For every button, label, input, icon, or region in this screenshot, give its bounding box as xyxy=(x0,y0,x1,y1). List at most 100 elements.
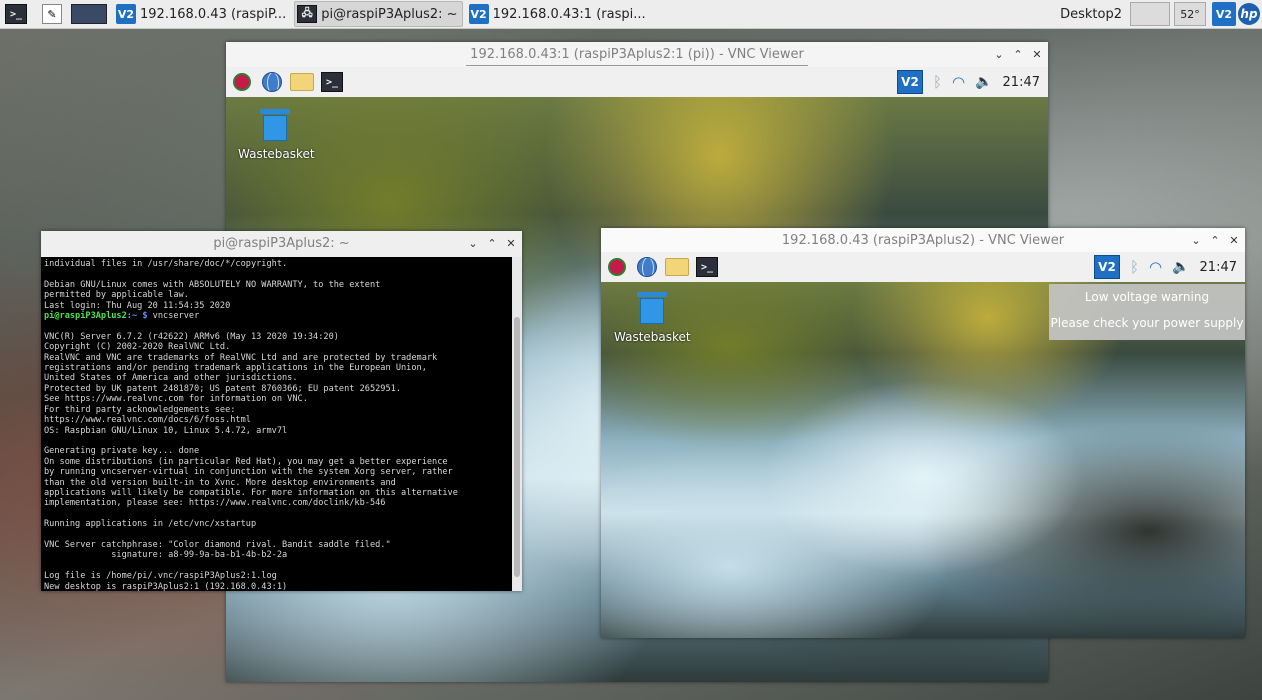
wifi-icon[interactable]: ◠ xyxy=(1149,258,1162,276)
maximize-icon[interactable]: ⌃ xyxy=(1210,228,1220,254)
terminal-line: United States of America and other juris… xyxy=(44,373,298,384)
scrollbar-thumb[interactable] xyxy=(514,317,520,577)
raspberry-icon xyxy=(233,73,251,91)
terminal-icon: >_ xyxy=(696,257,718,277)
cpu-temperature: 52° xyxy=(1174,2,1206,26)
taskbar-task-label: 192.168.0.43:1 (raspi... xyxy=(492,6,646,22)
terminal-line: permitted by applicable law. xyxy=(44,290,189,301)
text-editor-icon: ✎ xyxy=(42,4,62,24)
terminal-line: signature: a8-99-9a-ba-b1-4b-b2-2a xyxy=(44,550,288,561)
minimize-icon[interactable]: ⌄ xyxy=(994,42,1004,68)
terminal-output[interactable]: individual files in /usr/share/doc/*/cop… xyxy=(41,257,512,591)
taskbar-task-vnc-2[interactable]: V2 192.168.0.43:1 (raspi... xyxy=(466,1,651,27)
terminal-line: Log file is /home/pi/.vnc/raspiP3Aplus2:… xyxy=(44,571,277,582)
clock: 21:47 xyxy=(1002,74,1040,90)
hp-tray-icon[interactable]: hp xyxy=(1238,3,1260,25)
terminal-line: Running applications in /etc/vnc/xstartu… xyxy=(44,519,257,530)
terminal-line: VNC(R) Server 6.7.2 (r42622) ARMv6 (May … xyxy=(44,331,339,342)
prompt-command: vncserver xyxy=(147,311,200,322)
window-title: 192.168.0.43 (raspiP3Aplus2) - VNC Viewe… xyxy=(781,233,1065,248)
notification-message: Please check your power supply xyxy=(1050,316,1244,330)
browser-launcher[interactable] xyxy=(260,70,284,94)
terminal-prompt-line: pi@raspiP3Aplus2:~ $ vncserver xyxy=(41,311,512,321)
vnc-server-tray-icon[interactable]: V2 xyxy=(1093,255,1120,279)
wastebasket-icon[interactable] xyxy=(260,109,290,141)
window-titlebar[interactable]: pi@raspiP3Aplus2: ~ ⌄ ⌃ ✕ xyxy=(41,231,522,257)
terminal-line: applications will likely be compatible. … xyxy=(44,487,458,498)
terminal-window: pi@raspiP3Aplus2: ~ ⌄ ⌃ ✕ individual fil… xyxy=(41,231,522,591)
terminal-launcher[interactable]: >_ xyxy=(695,255,719,279)
bluetooth-icon[interactable]: ᛒ xyxy=(1130,258,1139,276)
terminal-line: Debian GNU/Linux comes with ABSOLUTELY N… xyxy=(44,279,381,290)
terminal-line: than the old version built-in to Xvnc. M… xyxy=(44,477,396,488)
terminal-line: by running vncserver-virtual in conjunct… xyxy=(44,467,453,478)
vnc-viewer-window-2: 192.168.0.43 (raspiP3Aplus2) - VNC Viewe… xyxy=(601,228,1245,638)
taskbar-text-editor-launcher[interactable]: ✎ xyxy=(39,1,65,27)
file-manager-launcher[interactable] xyxy=(665,255,689,279)
volume-icon[interactable]: 🔈 xyxy=(1172,259,1189,275)
wifi-icon[interactable]: ◠ xyxy=(952,73,965,91)
host-taskbar: >_ ✎ V2 192.168.0.43 (raspiP... 🖧 pi@ras… xyxy=(0,0,1262,29)
terminal-line: Protected by UK patent 2481870; US paten… xyxy=(44,383,401,394)
close-icon[interactable]: ✕ xyxy=(1229,228,1239,254)
terminal-line: See https://www.realvnc.com for informat… xyxy=(44,394,308,405)
close-icon[interactable]: ✕ xyxy=(1032,42,1042,68)
terminal-line: RealVNC and VNC are trademarks of RealVN… xyxy=(44,352,438,363)
volume-icon[interactable]: 🔈 xyxy=(975,74,992,90)
terminal-line: https://www.realvnc.com/docs/6/foss.html xyxy=(44,415,251,426)
terminal-line: registrations and/or pending trademark a… xyxy=(44,363,427,374)
terminal-line: Copyright (C) 2002-2020 RealVNC Ltd. xyxy=(44,342,231,353)
folder-icon xyxy=(290,73,314,91)
minimize-icon[interactable]: ⌄ xyxy=(1191,228,1201,254)
terminal-line: OS: Raspbian GNU/Linux 10, Linux 5.4.72,… xyxy=(44,425,288,436)
desktop-label: Desktop2 xyxy=(1060,6,1122,22)
minimize-icon[interactable]: ⌄ xyxy=(468,231,478,257)
remote-rpi-panel: >_ V2 ᛒ ◠ 🔈 21:47 xyxy=(226,67,1048,98)
bluetooth-icon[interactable]: ᛒ xyxy=(933,73,942,91)
terminal-icon: >_ xyxy=(321,72,343,92)
raspberry-menu-button[interactable] xyxy=(230,70,254,94)
clock: 21:47 xyxy=(1199,259,1237,275)
browser-launcher[interactable] xyxy=(635,255,659,279)
vnc-server-tray-icon[interactable]: V2 xyxy=(896,70,923,94)
prompt-path: :~ $ xyxy=(126,311,148,322)
desktop-pager[interactable] xyxy=(1130,2,1170,26)
vnc-icon: V2 xyxy=(116,4,136,24)
window-title: 192.168.0.43:1 (raspiP3Aplus2:1 (pi)) - … xyxy=(466,45,808,66)
taskbar-terminal-launcher[interactable]: >_ xyxy=(3,1,29,27)
wastebasket-icon[interactable] xyxy=(637,292,667,324)
wastebasket-label: Wastebasket xyxy=(614,330,691,344)
terminal-line: VNC Server catchphrase: "Color diamond r… xyxy=(44,539,391,550)
taskbar-task-terminal[interactable]: 🖧 pi@raspiP3Aplus2: ~ xyxy=(294,1,463,27)
wastebasket-label: Wastebasket xyxy=(238,147,315,161)
globe-icon xyxy=(637,257,657,277)
terminal-line: On some distributions (in particular Red… xyxy=(44,456,448,467)
vnc-tray-icon[interactable]: V2 xyxy=(1212,2,1236,26)
terminal-launcher[interactable]: >_ xyxy=(320,70,344,94)
taskbar-task-vnc-1[interactable]: V2 192.168.0.43 (raspiP... xyxy=(113,1,291,27)
terminal-line: Last login: Thu Aug 20 11:54:35 2020 xyxy=(44,300,231,311)
terminal-scrollbar[interactable] xyxy=(512,257,522,591)
low-voltage-notification[interactable]: Low voltage warning Please check your po… xyxy=(1049,284,1245,340)
maximize-icon[interactable]: ⌃ xyxy=(1013,42,1023,68)
close-icon[interactable]: ✕ xyxy=(506,231,516,257)
vnc-icon: V2 xyxy=(468,4,489,24)
maximize-icon[interactable]: ⌃ xyxy=(487,231,497,257)
terminal-line: individual files in /usr/share/doc/*/cop… xyxy=(44,259,288,269)
terminal-icon: >_ xyxy=(5,4,27,24)
raspberry-menu-button[interactable] xyxy=(605,255,629,279)
terminal-line: Generating private key... done xyxy=(44,446,200,457)
remote-rpi-panel: >_ V2 ᛒ ◠ 🔈 21:47 xyxy=(601,252,1245,283)
file-manager-launcher[interactable] xyxy=(290,70,314,94)
notification-title: Low voltage warning xyxy=(1084,290,1210,304)
window-titlebar[interactable]: 192.168.0.43:1 (raspiP3Aplus2:1 (pi)) - … xyxy=(226,42,1048,68)
window-title: pi@raspiP3Aplus2: ~ xyxy=(213,236,350,251)
taskbar-network-launcher[interactable] xyxy=(68,1,110,27)
terminal-line: For third party acknowledgements see: xyxy=(44,404,236,415)
window-titlebar[interactable]: 192.168.0.43 (raspiP3Aplus2) - VNC Viewe… xyxy=(601,228,1245,254)
